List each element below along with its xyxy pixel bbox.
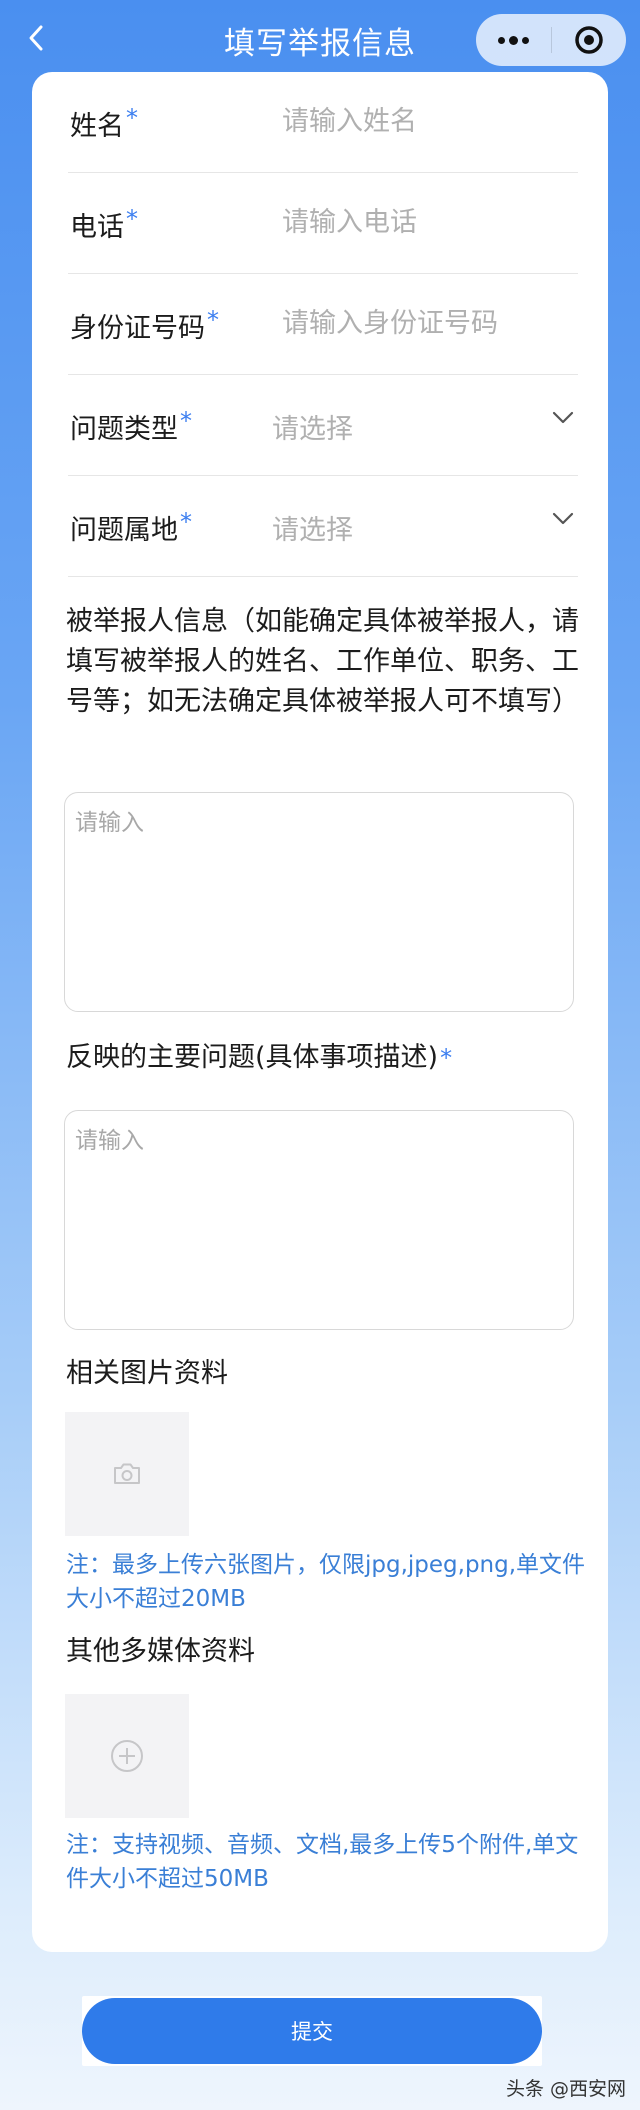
- target-close-icon: [575, 26, 603, 54]
- media-upload-button[interactable]: [65, 1694, 189, 1818]
- issue-location-label: 问题属地*: [70, 508, 192, 547]
- name-input[interactable]: [282, 98, 602, 144]
- more-button[interactable]: [476, 14, 551, 66]
- issue-type-label-text: 问题类型: [70, 414, 178, 445]
- issue-type-value: 请选择: [272, 414, 353, 445]
- media-note: 注：支持视频、音频、文档,最多上传5个附件,单文件大小不超过50MB: [66, 1832, 579, 1892]
- required-mark: *: [440, 1044, 453, 1072]
- more-dots-icon: [498, 36, 505, 44]
- form-card: 姓名* 电话* 身份证号码* 问题类型* 请选择 问题属地* 请选择 被举报人信…: [32, 72, 608, 1952]
- required-mark: *: [180, 508, 192, 536]
- issue-location-value: 请选择: [272, 515, 353, 546]
- phone-label-text: 电话: [70, 212, 124, 243]
- phone-label: 电话*: [70, 205, 138, 244]
- reported-person-textarea[interactable]: [64, 792, 574, 1012]
- name-label-text: 姓名: [70, 111, 124, 142]
- required-mark: *: [126, 104, 138, 132]
- phone-input[interactable]: [282, 199, 602, 245]
- id-number-label: 身份证号码*: [70, 306, 219, 345]
- media-label: 其他多媒体资料: [66, 1636, 255, 1667]
- image-upload-button[interactable]: [65, 1412, 189, 1536]
- main-issue-label-text: 反映的主要问题(具体事项描述): [66, 1042, 439, 1073]
- required-mark: *: [207, 306, 219, 334]
- images-note: 注：最多上传六张图片，仅限jpg,jpeg,png,单文件大小不超过20MB: [66, 1552, 586, 1612]
- issue-location-label-text: 问题属地: [70, 515, 178, 546]
- id-number-input[interactable]: [282, 300, 602, 346]
- mini-program-capsule: [476, 14, 626, 66]
- id-number-row: 身份证号码*: [68, 274, 602, 375]
- camera-icon: [114, 1463, 140, 1484]
- main-issue-label: 反映的主要问题(具体事项描述)*: [66, 1038, 586, 1078]
- name-label: 姓名*: [70, 104, 138, 143]
- chevron-down-icon: [552, 512, 574, 525]
- issue-type-select[interactable]: 问题类型* 请选择: [68, 375, 578, 476]
- id-number-label-text: 身份证号码: [70, 313, 205, 344]
- phone-row: 电话*: [68, 173, 602, 274]
- images-label: 相关图片资料: [66, 1358, 228, 1389]
- name-row: 姓名*: [68, 72, 602, 173]
- chevron-down-icon: [552, 411, 574, 424]
- required-mark: *: [126, 205, 138, 233]
- more-dot: [522, 36, 529, 44]
- main-issue-textarea[interactable]: [64, 1110, 574, 1330]
- required-mark: *: [180, 407, 192, 435]
- issue-location-select[interactable]: 问题属地* 请选择: [68, 476, 578, 577]
- submit-button[interactable]: 提交: [82, 1998, 542, 2064]
- reported-person-label: 被举报人信息（如能确定具体被举报人，请填写被举报人的姓名、工作单位、职务、工号等…: [66, 606, 579, 717]
- watermark: 头条 @西安网: [505, 2078, 626, 2100]
- plus-circle-icon: [111, 1740, 143, 1772]
- navigation-bar: 填写举报信息: [0, 0, 640, 74]
- close-button[interactable]: [552, 14, 626, 66]
- more-dot: [509, 35, 518, 45]
- issue-type-label: 问题类型*: [70, 407, 192, 446]
